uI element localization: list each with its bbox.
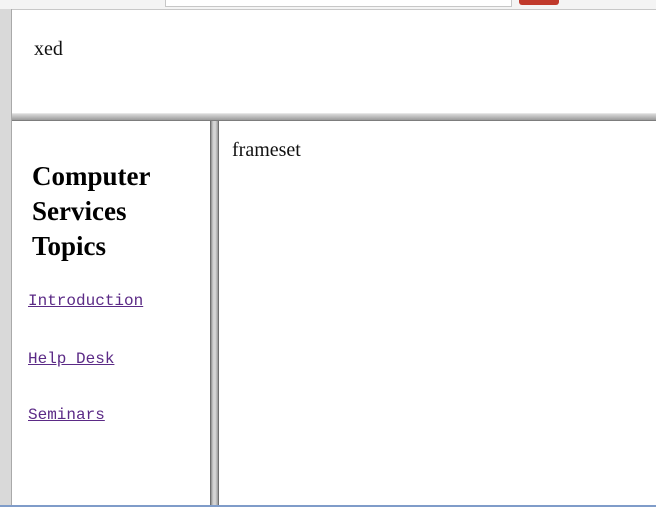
vertical-frame-splitter[interactable] — [210, 121, 219, 507]
browser-toolbar-remnant — [0, 0, 656, 10]
browser-viewport: xed Computer Services Topics Introductio… — [0, 0, 656, 507]
nav-link-seminars[interactable]: Seminars — [28, 406, 105, 424]
address-bar-edge[interactable] — [165, 0, 512, 7]
nav-link-introduction[interactable]: Introduction — [28, 292, 143, 310]
window-left-edge — [0, 9, 12, 507]
main-frame-text: frameset — [232, 139, 301, 161]
navigation-heading: Computer Services Topics — [32, 161, 150, 261]
horizontal-frame-splitter[interactable] — [12, 113, 656, 121]
navigation-frame: Computer Services Topics Introduction He… — [12, 121, 210, 507]
top-frame: xed — [12, 10, 656, 113]
nav-link-help-desk[interactable]: Help Desk — [28, 350, 114, 368]
main-frame: frameset — [219, 121, 656, 507]
top-frame-text: xed — [34, 38, 63, 60]
toolbar-red-button[interactable] — [519, 0, 559, 5]
